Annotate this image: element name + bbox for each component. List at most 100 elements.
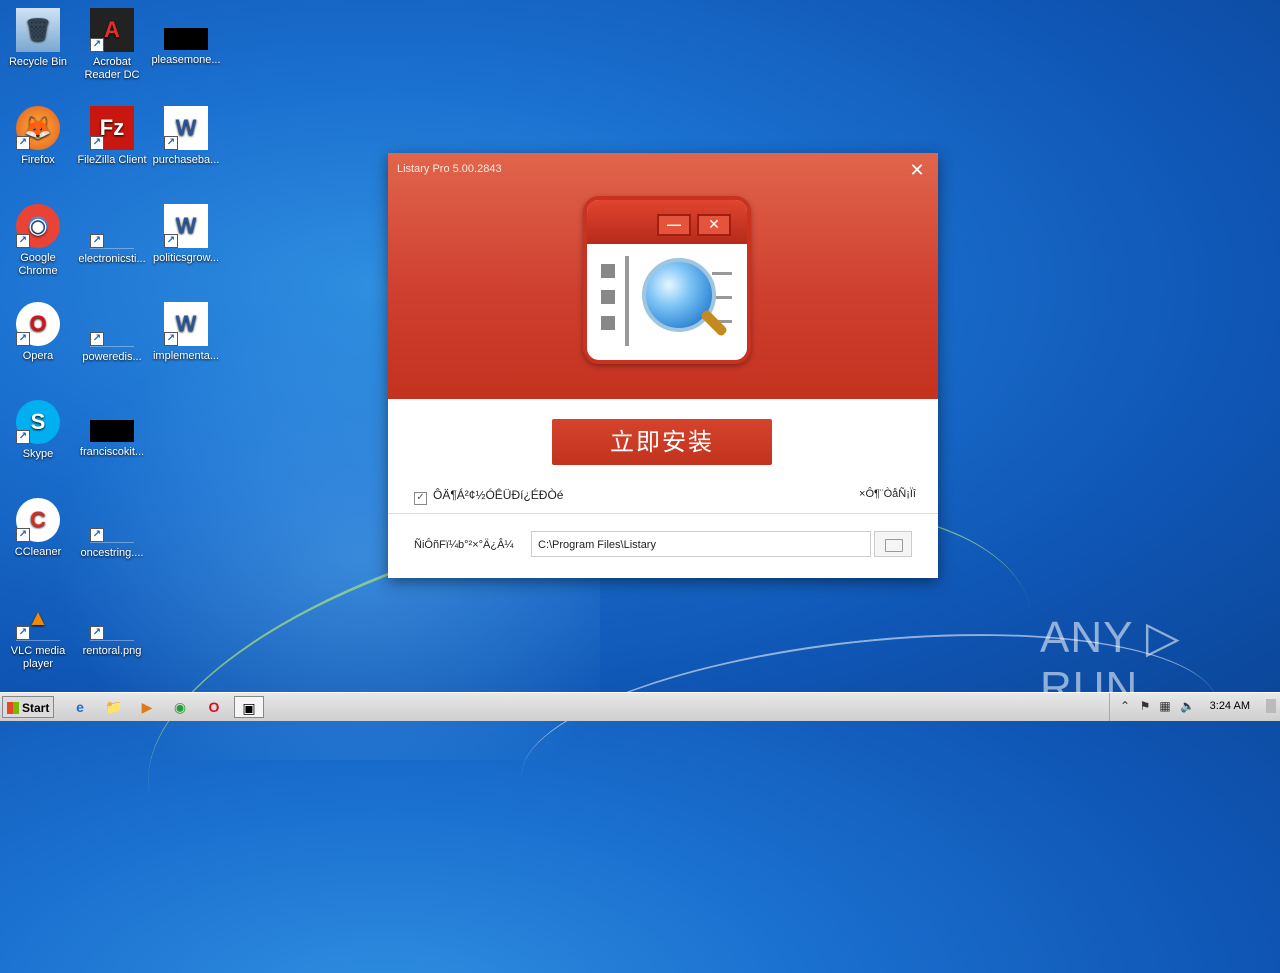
logo-list-marker	[601, 316, 615, 330]
shortcut-arrow-icon: ↗	[90, 136, 104, 150]
taskbar-chrome-icon[interactable]: ◉	[168, 696, 192, 718]
desktop-icon-image: ↗	[90, 302, 134, 347]
listary-logo: — ✕	[583, 196, 751, 364]
desktop-icon[interactable]: 🦊 ↗ Firefox	[2, 106, 74, 167]
clock[interactable]: 3:24 AM	[1210, 700, 1250, 712]
logo-divider	[625, 256, 629, 346]
desktop-icon[interactable]: franciscokit...	[76, 400, 148, 459]
shortcut-arrow-icon: ↗	[16, 234, 30, 248]
shortcut-arrow-icon: ↗	[16, 528, 30, 542]
desktop-icon-image: W ↗	[164, 302, 208, 346]
desktop-icon[interactable]: C ↗ CCleaner	[2, 498, 74, 559]
desktop-icon-image: W ↗	[164, 106, 208, 150]
desktop-icon-label: electronicsti...	[78, 253, 146, 265]
desktop-icon-image: W ↗	[164, 204, 208, 248]
desktop-icon[interactable]: ↗ electronicsti...	[76, 204, 148, 266]
desktop-icon-image: 🦊 ↗	[16, 106, 60, 150]
desktop-icon-glyph: ▲	[27, 605, 49, 630]
agree-checkbox[interactable]: ✓	[414, 492, 427, 505]
shortcut-arrow-icon: ↗	[16, 136, 30, 150]
start-button[interactable]: Start	[2, 696, 54, 718]
taskbar-ie-icon[interactable]: e	[68, 696, 92, 718]
desktop-icon[interactable]: O ↗ Opera	[2, 302, 74, 363]
desktop-icon-label: Skype	[22, 448, 54, 460]
taskbar-listary-icon[interactable]: ▣	[234, 696, 264, 718]
logo-list-marker	[601, 290, 615, 304]
taskbar-explorer-icon[interactable]: 📁	[102, 696, 126, 718]
system-tray: ⌃ ⚑ ▦ 🔈 3:24 AM	[1109, 693, 1280, 721]
desktop-icon-image: Fz ↗	[90, 106, 134, 150]
install-now-button[interactable]: 立即安装	[552, 419, 772, 465]
desktop-icon[interactable]: S ↗ Skype	[2, 400, 74, 461]
desktop-icon-glyph: C	[30, 507, 46, 532]
browse-button[interactable]	[874, 531, 912, 557]
desktop-icon[interactable]: pleasemone...	[150, 8, 222, 67]
desktop-icon-image: ↗	[90, 204, 134, 249]
shortcut-arrow-icon: ↗	[90, 38, 104, 52]
tray-expand-icon[interactable]: ⌃	[1118, 699, 1132, 713]
shortcut-arrow-icon: ↗	[90, 626, 104, 640]
desktop-icon-label: purchaseba...	[152, 154, 220, 166]
close-button[interactable]: ✕	[906, 159, 928, 181]
taskbar-opera-icon[interactable]: O	[202, 696, 226, 718]
desktop-icon-label: VLC media player	[10, 645, 66, 670]
logo-list-marker	[601, 264, 615, 278]
desktop-icon[interactable]: ◉ ↗ Google Chrome	[2, 204, 74, 278]
desktop-icon-glyph: W	[175, 115, 197, 140]
desktop-icon[interactable]: ↗ poweredis...	[76, 302, 148, 364]
desktop-icon-label: Opera	[22, 350, 54, 362]
start-label: Start	[22, 701, 50, 715]
desktop-icon-glyph: O	[29, 311, 47, 336]
installer-dialog: Listary Pro 5.00.2843 ✕ — ✕ 立即安装 ✓ ÔÄ¶Á²¢…	[388, 153, 938, 578]
desktop-icon-image: ↗	[90, 596, 134, 641]
divider	[388, 513, 938, 514]
desktop-icon-label: pleasemone...	[151, 54, 221, 66]
desktop-icon-image	[164, 28, 208, 50]
desktop-icon-image: S ↗	[16, 400, 60, 444]
desktop-icon-label: Recycle Bin	[8, 56, 68, 68]
dialog-header: Listary Pro 5.00.2843 ✕ — ✕	[388, 153, 938, 399]
desktop-icon[interactable]: ↗ rentoral.png	[76, 596, 148, 658]
shortcut-arrow-icon: ↗	[164, 136, 178, 150]
desktop-icon-glyph: ◉	[28, 213, 48, 238]
desktop-icon-label: poweredis...	[82, 351, 142, 363]
custom-options-link[interactable]: ×Ô¶¨ÒåÑ¡Ïî	[859, 488, 916, 500]
desktop-icon-glyph: S	[30, 409, 46, 434]
show-desktop-button[interactable]	[1266, 699, 1276, 713]
desktop-icon-label: implementa...	[152, 350, 220, 362]
desktop-icon-glyph: A	[104, 17, 120, 42]
desktop-icon[interactable]: W ↗ purchaseba...	[150, 106, 222, 167]
action-center-flag-icon[interactable]: ⚑	[1138, 699, 1152, 713]
agreement-label: ÔÄ¶Á²¢½ÓÊÜÐí¿ÉÐ­Òé	[433, 488, 564, 502]
install-path-input[interactable]: C:\Program Files\Listary	[531, 531, 871, 557]
logo-minimize-icon: —	[657, 214, 691, 236]
desktop-icon[interactable]: 🗑 Recycle Bin	[2, 8, 74, 69]
desktop-icon-image: ▲ ↗	[16, 596, 60, 641]
desktop-icon[interactable]: Fz ↗ FileZilla Client	[76, 106, 148, 167]
shortcut-arrow-icon: ↗	[90, 528, 104, 542]
desktop-icon-image: ◉ ↗	[16, 204, 60, 248]
agreement-row[interactable]: ✓ ÔÄ¶Á²¢½ÓÊÜÐí¿ÉÐ­Òé	[414, 488, 563, 505]
desktop-icon-image: A ↗	[90, 8, 134, 52]
magnifier-handle	[699, 308, 729, 338]
taskbar-media-player-icon[interactable]: ▶	[135, 696, 159, 718]
desktop-icon[interactable]: A ↗ Acrobat Reader DC	[76, 8, 148, 82]
desktop-icon-label: oncestring....	[80, 547, 144, 559]
desktop-icon[interactable]: ↗ oncestring....	[76, 498, 148, 560]
desktop-icon[interactable]: W ↗ politicsgrow...	[150, 204, 222, 265]
logo-close-icon: ✕	[697, 214, 731, 236]
dialog-title: Listary Pro 5.00.2843	[397, 163, 502, 175]
volume-icon[interactable]: 🔈	[1180, 699, 1195, 713]
network-icon[interactable]: ▦	[1158, 699, 1172, 713]
desktop-icon-label: Firefox	[21, 154, 55, 166]
desktop-icon-label: rentoral.png	[82, 645, 142, 657]
desktop-icon-glyph: 🗑	[24, 17, 52, 42]
windows-flag-icon	[7, 702, 19, 714]
desktop-icon-label: Acrobat Reader DC	[84, 56, 140, 81]
desktop-icon-label: CCleaner	[14, 546, 62, 558]
desktop-icon[interactable]: W ↗ implementa...	[150, 302, 222, 363]
desktop-icon-image: C ↗	[16, 498, 60, 542]
folder-icon	[885, 539, 903, 552]
desktop-icon-image: ↗	[90, 498, 134, 543]
desktop-icon[interactable]: ▲ ↗ VLC media player	[2, 596, 74, 671]
